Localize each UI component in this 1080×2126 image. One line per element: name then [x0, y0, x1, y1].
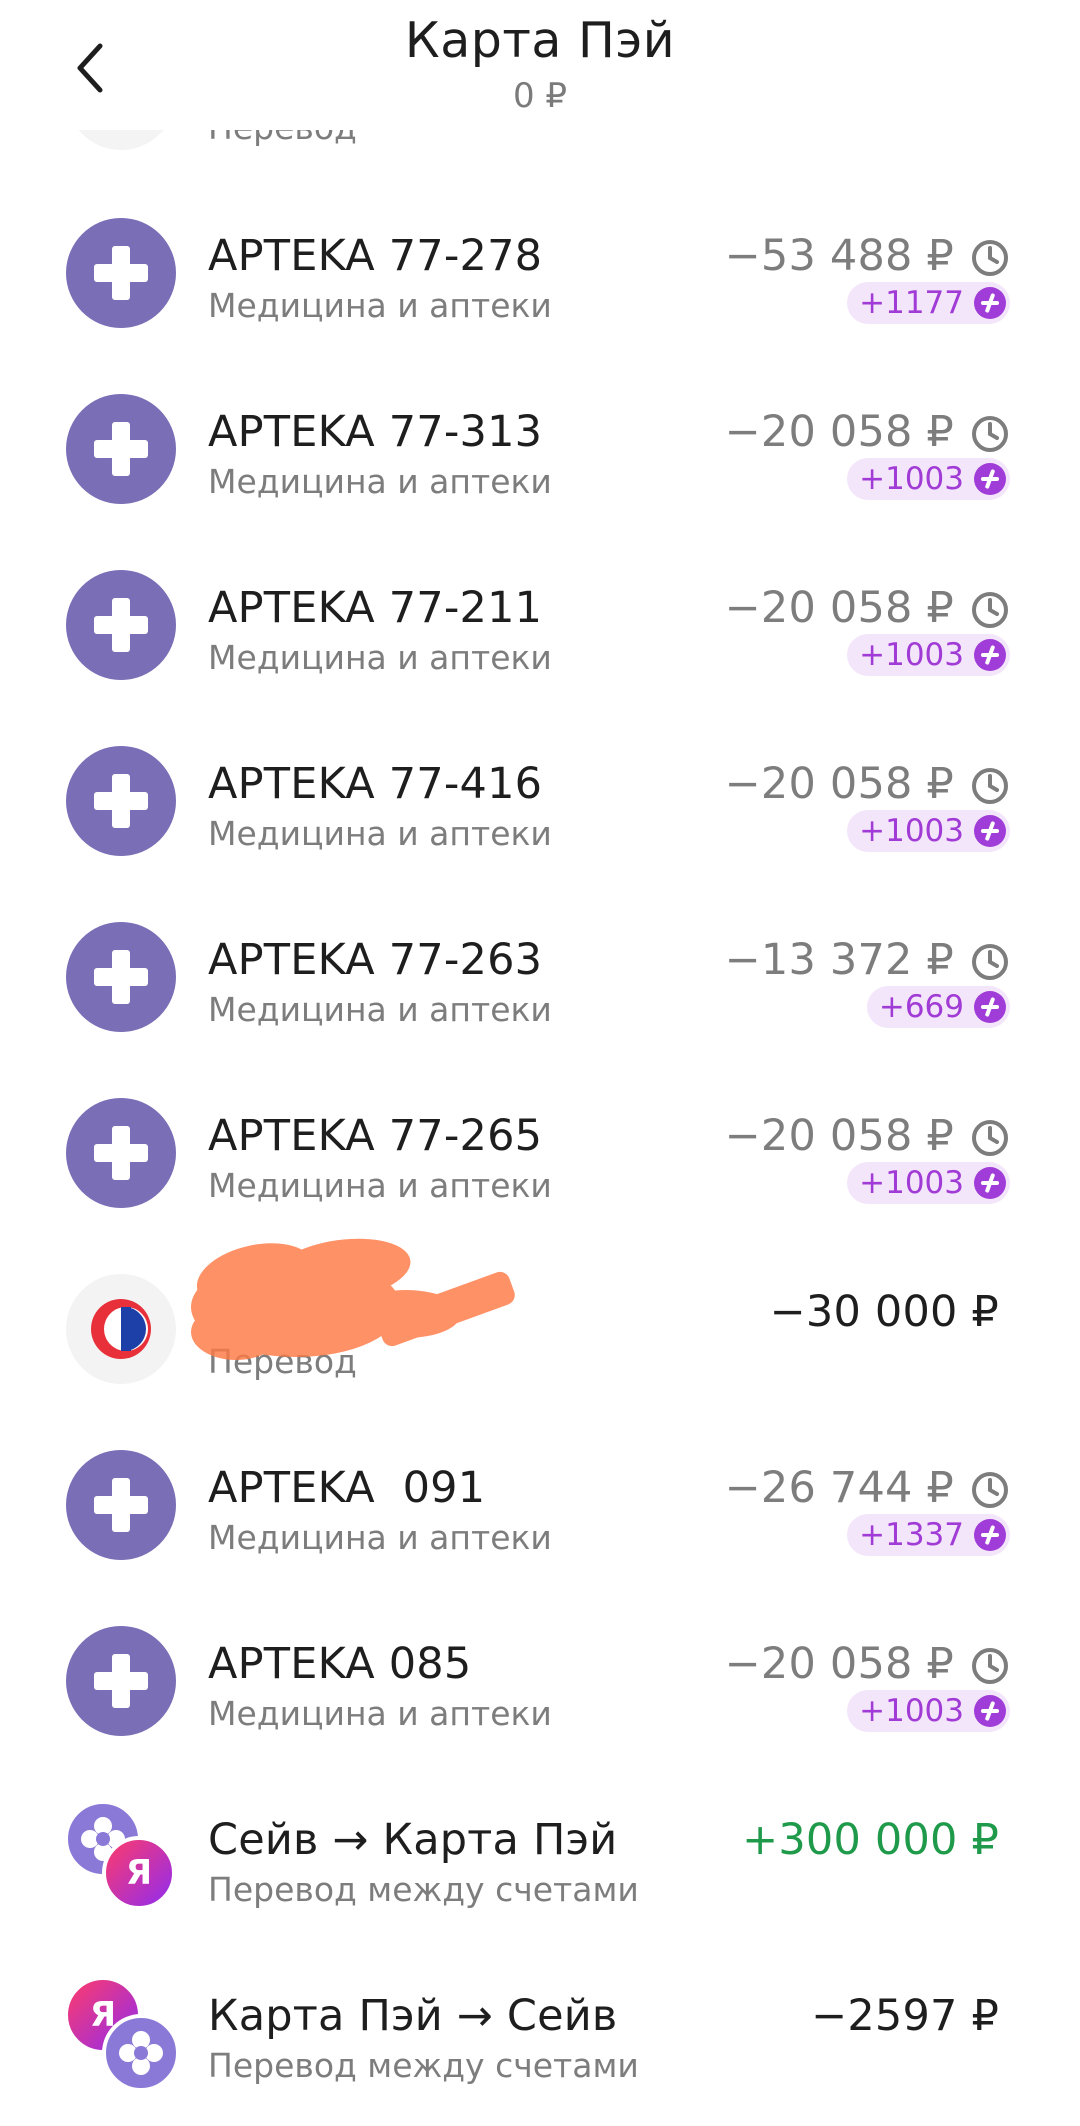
cashback-badge: +1177 [847, 282, 1010, 324]
list-item[interactable]: Я Карта Пэй → Сейв Перевод между счетами… [0, 1946, 1080, 2122]
transaction-category: Медицина и аптеки [208, 286, 552, 325]
merchant-name: Сейв → Карта Пэй [208, 1815, 618, 1865]
flower-icon [102, 2014, 180, 2092]
account-pair-icon: Я [64, 1976, 180, 2092]
cashback-badge: +1003 [847, 1162, 1010, 1204]
cashback-value: +1003 [859, 637, 964, 673]
medical-cross-icon [66, 922, 176, 1032]
transaction-category: Медицина и аптеки [208, 990, 552, 1029]
clock-icon [972, 1120, 1008, 1156]
list-item[interactable]: APTEKA 77-265 Медицина и аптеки −20 058 … [0, 1066, 1080, 1242]
transaction-amount: −26 744 ₽ [724, 1463, 954, 1513]
cashback-value: +1003 [859, 813, 964, 849]
cashback-value: +1003 [859, 461, 964, 497]
sber-logo-icon [66, 1274, 176, 1384]
merchant-name: APTEKA 77-278 [208, 231, 543, 281]
account-balance: 0 ₽ [512, 76, 568, 116]
clock-icon [972, 592, 1008, 628]
medical-cross-icon [66, 570, 176, 680]
plus-points-icon [974, 463, 1006, 495]
transaction-amount: −20 058 ₽ [724, 583, 954, 633]
list-item[interactable]: APTEKA 091 Медицина и аптеки −26 744 ₽ +… [0, 1418, 1080, 1594]
top-bar: Карта Пэй 0 ₽ [0, 0, 1080, 130]
plus-points-icon [974, 287, 1006, 319]
clock-icon [972, 416, 1008, 452]
merchant-name: Карта Пэй → Сейв [208, 1991, 618, 2041]
transaction-category: Медицина и аптеки [208, 638, 552, 677]
transaction-amount: −20 058 ₽ [724, 1111, 954, 1161]
cashback-badge: +669 [866, 986, 1010, 1028]
account-pair-icon: Я [64, 1800, 176, 1912]
clock-icon [972, 944, 1008, 980]
transaction-amount: −53 488 ₽ [724, 231, 954, 281]
clock-icon [972, 1648, 1008, 1684]
medical-cross-icon [66, 1098, 176, 1208]
list-item[interactable]: APTEKA 77-313 Медицина и аптеки −20 058 … [0, 362, 1080, 538]
transaction-category: Медицина и аптеки [208, 1694, 552, 1733]
plus-points-icon [974, 991, 1006, 1023]
transaction-amount: −20 058 ₽ [724, 1639, 954, 1689]
cashback-value: +1337 [859, 1517, 964, 1553]
page-title: Карта Пэй [404, 12, 676, 69]
list-item[interactable]: Перевод −30 000 ₽ [0, 1242, 1080, 1418]
transaction-category: Медицина и аптеки [208, 1166, 552, 1205]
list-item[interactable]: APTEKA 77-416 Медицина и аптеки −20 058 … [0, 714, 1080, 890]
list-item[interactable]: APTEKA 77-278 Медицина и аптеки −53 488 … [0, 186, 1080, 362]
cashback-badge: +1003 [847, 1690, 1010, 1732]
medical-cross-icon [66, 394, 176, 504]
merchant-name: APTEKA 77-265 [208, 1111, 543, 1161]
cashback-badge: +1003 [847, 458, 1010, 500]
list-item[interactable]: APTEKA 085 Медицина и аптеки −20 058 ₽ +… [0, 1594, 1080, 1770]
cashback-badge: +1003 [847, 810, 1010, 852]
yandex-badge-icon: Я [102, 1836, 176, 1910]
medical-cross-icon [66, 746, 176, 856]
transaction-category: Перевод между счетами [208, 1870, 639, 1909]
merchant-name: APTEKA 091 [208, 1463, 486, 1513]
cashback-value: +669 [878, 989, 964, 1025]
merchant-name: APTEKA 77-263 [208, 935, 543, 985]
plus-points-icon [974, 1519, 1006, 1551]
list-item[interactable]: APTEKA 77-263 Медицина и аптеки −13 372 … [0, 890, 1080, 1066]
transaction-amount: +300 000 ₽ [742, 1815, 999, 1865]
list-item[interactable]: Я Сейв → Карта Пэй Перевод между счетами… [0, 1770, 1080, 1946]
medical-cross-icon [66, 1626, 176, 1736]
transaction-amount: −20 058 ₽ [724, 759, 954, 809]
clock-icon [972, 240, 1008, 276]
transaction-category: Медицина и аптеки [208, 814, 552, 853]
cashback-badge: +1337 [847, 1514, 1010, 1556]
medical-cross-icon [66, 218, 176, 328]
merchant-name: APTEKA 085 [208, 1639, 472, 1689]
transaction-amount: −13 372 ₽ [724, 935, 954, 985]
transaction-amount: −20 058 ₽ [724, 407, 954, 457]
transaction-amount: −2597 ₽ [811, 1991, 999, 2041]
transaction-amount: −30 000 ₽ [769, 1287, 999, 1337]
merchant-name: APTEKA 77-211 [208, 583, 543, 633]
cashback-value: +1003 [859, 1165, 964, 1201]
plus-points-icon [974, 1167, 1006, 1199]
cashback-value: +1177 [859, 285, 964, 321]
cashback-badge: +1003 [847, 634, 1010, 676]
plus-points-icon [974, 815, 1006, 847]
plus-points-icon [974, 639, 1006, 671]
clock-icon [972, 768, 1008, 804]
transaction-category: Перевод между счетами [208, 2046, 639, 2085]
list-item[interactable]: APTEKA 77-211 Медицина и аптеки −20 058 … [0, 538, 1080, 714]
transaction-category: Медицина и аптеки [208, 462, 552, 501]
merchant-name: APTEKA 77-416 [208, 759, 543, 809]
transaction-category: Медицина и аптеки [208, 1518, 552, 1557]
cashback-value: +1003 [859, 1693, 964, 1729]
medical-cross-icon [66, 1450, 176, 1560]
clock-icon [972, 1472, 1008, 1508]
redaction-scribble [191, 1238, 515, 1360]
plus-points-icon [974, 1695, 1006, 1727]
merchant-name: APTEKA 77-313 [208, 407, 543, 457]
